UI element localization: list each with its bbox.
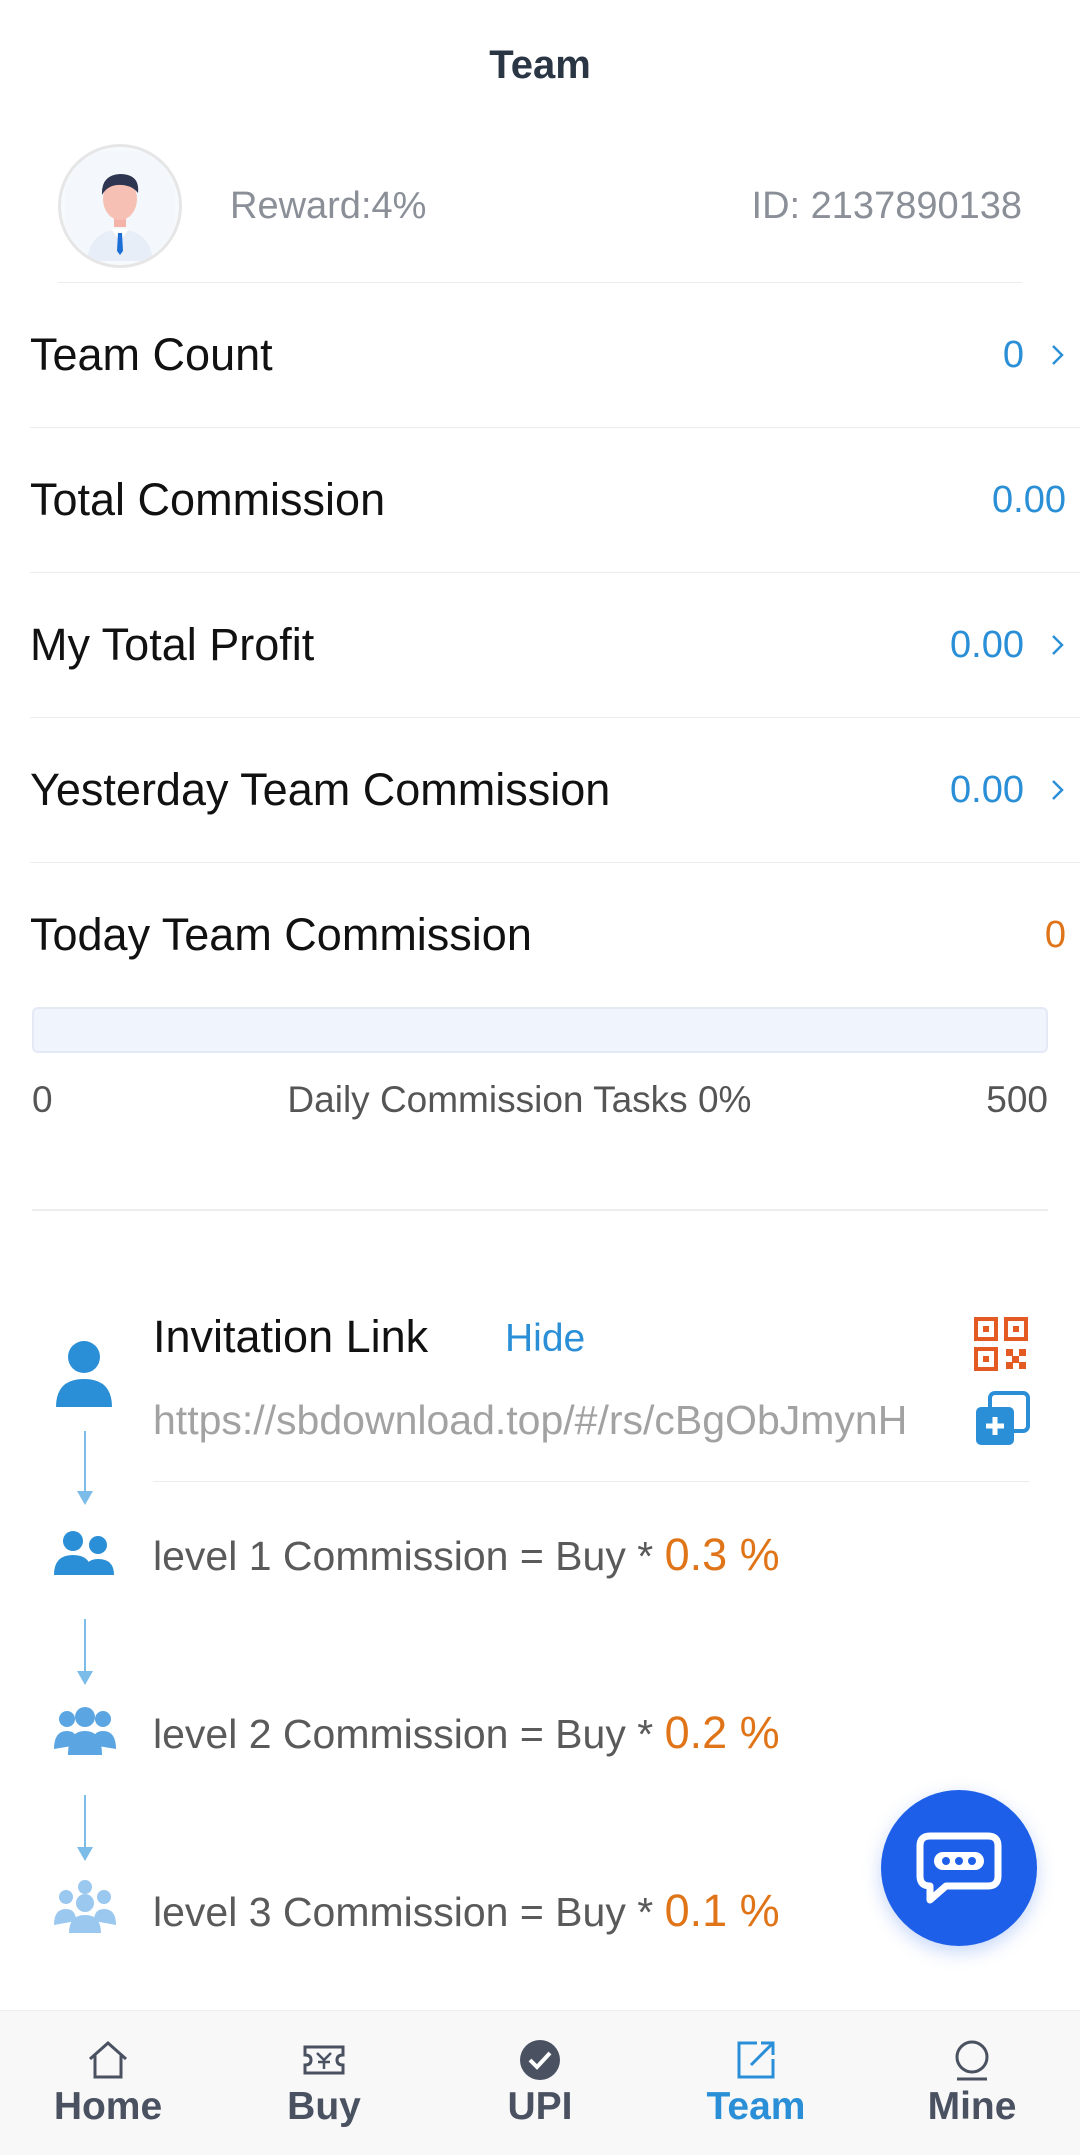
yesterday-team-commission-value: 0.00 <box>950 768 1024 811</box>
share-icon <box>737 2041 775 2079</box>
invitation-link-title: Invitation Link <box>153 1311 429 1362</box>
yesterday-team-commission-row[interactable]: Yesterday Team Commission 0.00 <box>30 718 1080 863</box>
tab-team[interactable]: Team <box>648 2011 864 2155</box>
level-3-percent: 0.1 % <box>664 1885 780 1936</box>
arrow-down-icon <box>77 1431 93 1505</box>
level-1-commission: level 1 Commission = Buy * 0.3 % <box>153 1529 780 1581</box>
team-count-value: 0 <box>1002 333 1024 376</box>
person-icon <box>955 2040 989 2081</box>
level-3-formula: level 3 Commission = Buy * <box>153 1889 665 1935</box>
chevron-right-icon <box>1036 633 1066 657</box>
two-people-icon <box>54 1531 114 1575</box>
tab-buy[interactable]: Buy <box>216 2011 432 2155</box>
progress-labels: 0 Daily Commission Tasks 0% 500 <box>32 1079 1048 1121</box>
arrow-down-icon <box>77 1619 93 1685</box>
profile-card: Reward:4% ID: 2137890138 <box>58 130 1022 283</box>
tab-upi-label: UPI <box>507 2085 573 2128</box>
tab-mine[interactable]: Mine <box>864 2011 1080 2155</box>
level-1-formula: level 1 Commission = Buy * <box>153 1533 665 1579</box>
level-2-formula: level 2 Commission = Buy * <box>153 1711 665 1757</box>
invitation-separator <box>153 1481 1029 1482</box>
chat-bubble-icon <box>916 1832 1002 1904</box>
team-count-row[interactable]: Team Count 0 <box>30 283 1080 428</box>
team-count-label: Team Count <box>30 329 273 380</box>
yesterday-team-commission-label: Yesterday Team Commission <box>30 764 611 815</box>
reward-rate: Reward:4% <box>230 184 427 227</box>
chevron-right-icon <box>1036 778 1066 802</box>
group-icon <box>54 1707 116 1755</box>
tab-upi[interactable]: UPI <box>432 2011 648 2155</box>
qr-code-icon[interactable] <box>974 1317 1028 1371</box>
progress-max: 500 <box>986 1079 1048 1120</box>
page-title: Team <box>489 42 591 87</box>
my-total-profit-label: My Total Profit <box>30 619 315 670</box>
avatar-illustration-icon <box>65 151 175 261</box>
home-icon <box>89 2040 127 2079</box>
progress-caption: Daily Commission Tasks 0% <box>287 1079 752 1120</box>
tab-buy-label: Buy <box>287 2085 361 2128</box>
level-2-commission: level 2 Commission = Buy * 0.2 % <box>153 1707 780 1759</box>
my-total-profit-row[interactable]: My Total Profit 0.00 <box>30 573 1080 718</box>
invitation-section: Invitation Link Hide https://sbdownload.… <box>0 1289 1080 2089</box>
total-commission-label: Total Commission <box>30 474 386 525</box>
total-commission-row: Total Commission 0.00 <box>30 428 1080 573</box>
bottom-tab-bar: Home Buy UPI Team Mine <box>0 2010 1080 2155</box>
today-team-commission-value: 0 <box>1044 913 1066 956</box>
level-2-percent: 0.2 % <box>664 1707 780 1758</box>
today-team-commission-label: Today Team Commission <box>30 909 532 960</box>
today-team-commission-row: Today Team Commission 0 <box>30 863 1080 1007</box>
level-1-percent: 0.3 % <box>664 1529 780 1580</box>
tab-mine-label: Mine <box>927 2085 1017 2128</box>
avatar[interactable] <box>58 144 182 268</box>
person-icon <box>56 1341 112 1407</box>
daily-commission-progress-bar <box>32 1007 1048 1053</box>
arrow-down-icon <box>77 1795 93 1861</box>
chevron-right-icon <box>1036 343 1066 367</box>
level-3-commission: level 3 Commission = Buy * 0.1 % <box>153 1885 780 1937</box>
section-divider <box>32 1209 1048 1211</box>
tab-home[interactable]: Home <box>0 2011 216 2155</box>
my-total-profit-value: 0.00 <box>950 623 1024 666</box>
crowd-icon <box>54 1880 116 1933</box>
hide-button[interactable]: Hide <box>505 1317 585 1361</box>
tab-home-label: Home <box>53 2085 163 2128</box>
progress-min: 0 <box>32 1079 53 1120</box>
tab-team-label: Team <box>706 2085 806 2128</box>
invitation-link-url[interactable]: https://sbdownload.top/#/rs/cBgObJmynH <box>153 1397 973 1444</box>
user-id: ID: 2137890138 <box>751 184 1022 227</box>
copy-icon[interactable] <box>974 1391 1030 1447</box>
chat-support-button[interactable] <box>881 1790 1037 1946</box>
ticket-icon <box>303 2045 345 2075</box>
total-commission-value: 0.00 <box>992 478 1066 521</box>
check-circle-icon <box>520 2040 560 2080</box>
